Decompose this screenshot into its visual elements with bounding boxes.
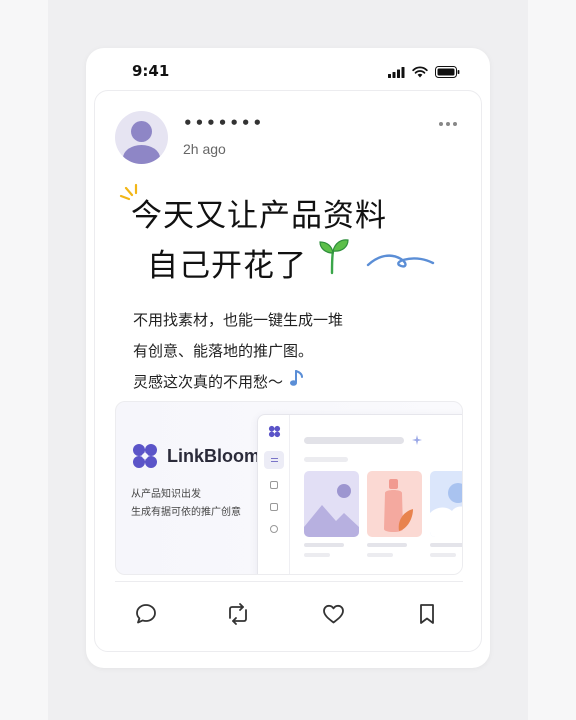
mock-logo-icon <box>268 425 281 438</box>
bookmark-button[interactable] <box>414 601 440 627</box>
avatar-head <box>131 121 152 142</box>
status-bar: 9:41 <box>86 62 490 84</box>
status-time: 9:41 <box>132 62 170 80</box>
like-button[interactable] <box>320 601 346 627</box>
brand-name: LinkBloom <box>167 445 260 466</box>
body-line-3: 灵感这次真的不用愁～ <box>133 367 453 398</box>
battery-icon <box>435 66 460 78</box>
dot <box>453 122 457 126</box>
post-card[interactable]: ••••••• 2h ago 今天又让产品资料 自己开花了 不用找素材，也能一键… <box>94 90 482 652</box>
post-headline: 今天又让产品资料 自己开花了 <box>131 191 461 291</box>
mock-nav-item <box>271 458 278 462</box>
repost-button[interactable] <box>225 601 251 627</box>
wifi-icon <box>412 66 428 78</box>
tile-caption <box>430 553 456 557</box>
phone-frame: 9:41 ••••••• 2h ago 今天又让产品资料 自己开花了 不用找素材… <box>86 48 490 668</box>
image-tile-landscape <box>304 471 359 537</box>
actions-divider <box>115 581 463 582</box>
repost-icon <box>229 603 247 625</box>
link-preview-card[interactable]: LinkBloom 从产品知识出发 生成有据可依的推广创意 <box>115 401 463 575</box>
tile-caption <box>367 543 407 547</box>
body-line-3-text: 灵感这次真的不用愁～ <box>133 373 284 391</box>
bottle-icon <box>384 479 413 532</box>
landscape-icon <box>304 484 359 537</box>
sparkle-icon <box>412 435 422 445</box>
avatar[interactable] <box>115 111 168 164</box>
username[interactable]: ••••••• <box>183 114 264 132</box>
tile-caption <box>430 543 462 547</box>
cloud-icon <box>430 483 462 537</box>
music-note-icon <box>290 370 304 386</box>
comment-icon <box>136 604 156 624</box>
tagline-line-2: 生成有据可依的推广创意 <box>131 507 241 518</box>
mock-nav-item <box>270 525 278 533</box>
dot <box>446 122 450 126</box>
headline-line-1: 今天又让产品资料 <box>131 198 387 234</box>
tagline-line-1: 从产品知识出发 <box>131 489 201 500</box>
action-bar <box>95 601 481 631</box>
mock-subtitle-bar <box>304 457 348 462</box>
image-tile-product <box>367 471 422 537</box>
post-timestamp: 2h ago <box>183 141 226 157</box>
page-background-left <box>0 0 48 720</box>
bookmark-icon <box>420 604 434 624</box>
post-body: 不用找素材，也能一键生成一堆 有创意、能落地的推广图。 灵感这次真的不用愁～ <box>133 305 453 398</box>
tile-caption <box>304 543 344 547</box>
tile-caption <box>304 553 330 557</box>
mock-nav-item <box>270 503 278 511</box>
app-mockup <box>257 414 462 574</box>
comment-button[interactable] <box>133 601 159 627</box>
brand-tagline: 从产品知识出发 生成有据可依的推广创意 <box>131 486 241 522</box>
more-options-button[interactable] <box>439 119 463 129</box>
mock-nav-item <box>270 481 278 489</box>
like-icon <box>322 604 344 624</box>
image-tile-sky <box>430 471 462 537</box>
sprout-icon <box>319 239 349 275</box>
status-icons <box>388 66 460 78</box>
page-background-right <box>528 0 576 720</box>
mock-sidebar <box>258 415 290 574</box>
signal-icon <box>388 66 405 78</box>
avatar-body <box>123 145 160 164</box>
body-line-2: 有创意、能落地的推广图。 <box>133 342 314 360</box>
tile-caption <box>367 553 393 557</box>
body-line-1: 不用找素材，也能一键生成一堆 <box>133 311 344 329</box>
brand: LinkBloom <box>131 442 260 470</box>
dot <box>439 122 443 126</box>
wave-squiggle-icon <box>366 254 435 268</box>
mock-search-bar <box>304 437 404 444</box>
linkbloom-logo-icon <box>133 444 157 468</box>
